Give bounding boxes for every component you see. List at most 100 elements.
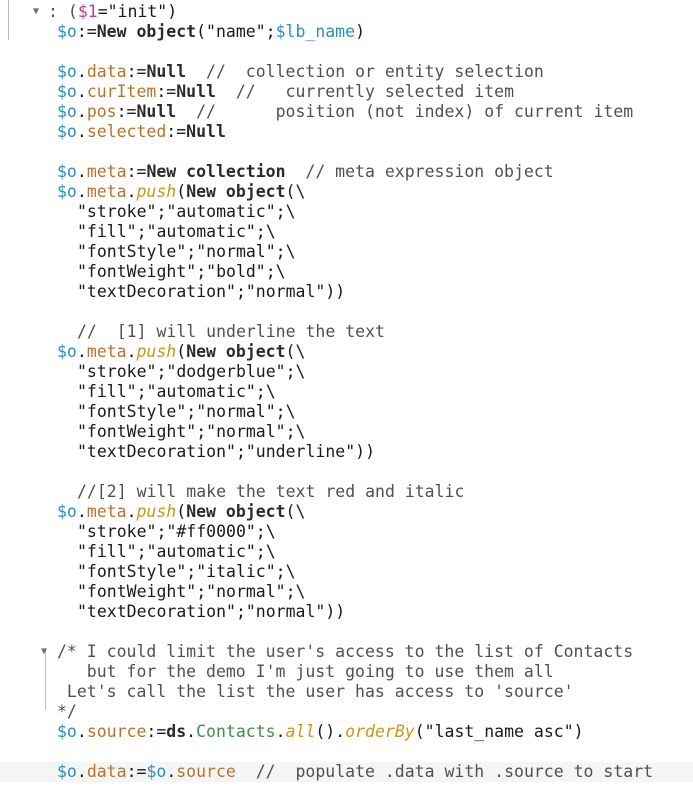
- code-line[interactable]: [0, 302, 693, 322]
- code-token: "fontWeight";"normal";\: [77, 422, 306, 441]
- code-token: :=: [156, 82, 177, 101]
- code-line[interactable]: $o.data:=Null // collection or entity se…: [0, 62, 693, 82]
- code-line[interactable]: "fontStyle";"normal";\: [0, 242, 693, 262]
- code-line[interactable]: "fill";"automatic";\: [0, 542, 693, 562]
- code-text: $o.pos:=Null // position (not index) of …: [57, 102, 633, 122]
- code-line[interactable]: "fontStyle";"italic";\: [0, 562, 693, 582]
- code-line[interactable]: "fontStyle";"normal";\: [0, 402, 693, 422]
- code-line[interactable]: // [1] will underline the text: [0, 322, 693, 342]
- code-token: ds: [166, 722, 187, 741]
- code-text: but for the demo I'm just going to use t…: [57, 662, 554, 682]
- code-text: //[2] will make the text red and italic: [77, 482, 464, 502]
- code-token: (: [176, 182, 187, 201]
- code-line[interactable]: but for the demo I'm just going to use t…: [0, 662, 693, 682]
- code-token: $lb_name: [275, 22, 356, 41]
- code-line[interactable]: $o.curItem:=Null // currently selected i…: [0, 82, 693, 102]
- code-token: meta: [86, 502, 127, 521]
- code-token: .: [275, 722, 286, 741]
- code-line[interactable]: //[2] will make the text red and italic: [0, 482, 693, 502]
- code-line[interactable]: "stroke";"automatic";\: [0, 202, 693, 222]
- code-text: $o.source:=ds.Contacts.all().orderBy("la…: [57, 722, 584, 742]
- code-token: data: [86, 62, 127, 81]
- code-line[interactable]: [0, 142, 693, 162]
- code-token: : (: [48, 2, 78, 21]
- code-token: New object: [186, 502, 286, 521]
- code-line[interactable]: Let's call the list the user has access …: [0, 682, 693, 702]
- code-line[interactable]: "stroke";"dodgerblue";\: [0, 362, 693, 382]
- code-token: .: [126, 342, 137, 361]
- fold-arrow-icon[interactable]: ▼: [30, 2, 42, 22]
- code-line[interactable]: "fill";"automatic";\: [0, 382, 693, 402]
- code-line[interactable]: ▼ /* I could limit the user's access to t…: [0, 642, 693, 662]
- code-token: New object: [96, 22, 197, 41]
- code-line[interactable]: $o.source:=ds.Contacts.all().orderBy("la…: [0, 722, 693, 742]
- code-token: orderBy: [345, 722, 415, 741]
- code-line[interactable]: "fill";"automatic";\: [0, 222, 693, 242]
- code-token: $o: [57, 722, 77, 741]
- code-line[interactable]: "textDecoration";"underline")): [0, 442, 693, 462]
- code-line[interactable]: "textDecoration";"normal")): [0, 602, 693, 622]
- code-token: $o: [57, 102, 77, 121]
- code-token: "textDecoration";"underline")): [77, 442, 376, 461]
- code-line[interactable]: $o.pos:=Null // position (not index) of …: [0, 102, 693, 122]
- code-token: ="init"): [97, 2, 178, 21]
- code-token: :=: [126, 162, 147, 181]
- code-line[interactable]: "stroke";"#ff0000";\: [0, 522, 693, 542]
- code-token: curItem: [86, 82, 157, 101]
- code-line[interactable]: "fontWeight";"normal";\: [0, 582, 693, 602]
- code-text: "fontStyle";"italic";\: [77, 562, 296, 582]
- code-line[interactable]: "fontWeight";"bold";\: [0, 262, 693, 282]
- code-line[interactable]: [0, 462, 693, 482]
- code-token: "fontStyle";"italic";\: [77, 562, 296, 581]
- code-line[interactable]: $o:=New object("name";$lb_name): [0, 22, 693, 42]
- code-text: $o:=New object("name";$lb_name): [57, 22, 365, 42]
- code-line[interactable]: $o.meta.push(New object(\: [0, 342, 693, 362]
- code-token: push: [136, 182, 177, 201]
- code-line[interactable]: */: [0, 702, 693, 722]
- code-line[interactable]: "textDecoration";"normal")): [0, 282, 693, 302]
- code-token: :=: [126, 762, 147, 781]
- code-line-current[interactable]: $o.data:=$o.source // populate .data wit…: [0, 762, 693, 782]
- code-token: :=: [166, 122, 187, 141]
- code-token: $o: [57, 122, 77, 141]
- code-token: $o: [146, 762, 167, 781]
- code-line[interactable]: $o.selected:=Null: [0, 122, 693, 142]
- code-token: Contacts: [196, 722, 276, 741]
- code-token: source: [176, 762, 236, 781]
- code-text: "fill";"automatic";\: [77, 382, 276, 402]
- code-token: .: [186, 722, 197, 741]
- code-token: :=: [76, 22, 97, 41]
- code-line[interactable]: ▼: ($1="init"): [0, 2, 693, 22]
- code-line[interactable]: $o.meta.push(New object(\: [0, 182, 693, 202]
- code-text: "fill";"automatic";\: [77, 222, 276, 242]
- code-line[interactable]: $o.meta:=New collection // meta expressi…: [0, 162, 693, 182]
- code-line[interactable]: [0, 622, 693, 642]
- code-token: // [1] will underline the text: [77, 322, 385, 341]
- code-token: New object: [186, 182, 286, 201]
- code-text: "stroke";"dodgerblue";\: [77, 362, 305, 382]
- code-token: $o: [57, 342, 77, 361]
- code-token: source: [86, 722, 147, 741]
- code-token: meta: [86, 182, 127, 201]
- code-token: ().: [315, 722, 346, 741]
- code-token: /* I could limit the user's access to th…: [57, 642, 634, 661]
- code-line[interactable]: $o.meta.push(New object(\: [0, 502, 693, 522]
- code-token: ("name";: [196, 22, 276, 41]
- code-text: "stroke";"#ff0000";\: [77, 522, 276, 542]
- code-token: //[2] will make the text red and italic: [77, 482, 465, 501]
- code-line[interactable]: [0, 742, 693, 762]
- fold-arrow-icon[interactable]: ▼: [38, 642, 50, 662]
- code-text: /* I could limit the user's access to th…: [57, 642, 633, 662]
- code-line[interactable]: "fontWeight";"normal";\: [0, 422, 693, 442]
- code-token: (: [176, 502, 187, 521]
- code-editor[interactable]: ▼: ($1="init") $o:=New object("name";$lb_…: [0, 0, 693, 791]
- code-token: $o: [57, 162, 77, 181]
- code-token: but for the demo I'm just going to use t…: [57, 662, 554, 681]
- code-text: "fontWeight";"normal";\: [77, 422, 305, 442]
- code-text: $o.curItem:=Null // currently selected i…: [57, 82, 514, 102]
- code-text: $o.data:=Null // collection or entity se…: [57, 62, 544, 82]
- code-line[interactable]: [0, 42, 693, 62]
- code-text: "stroke";"automatic";\: [77, 202, 296, 222]
- code-text: */: [57, 702, 77, 722]
- code-token: .: [76, 182, 87, 201]
